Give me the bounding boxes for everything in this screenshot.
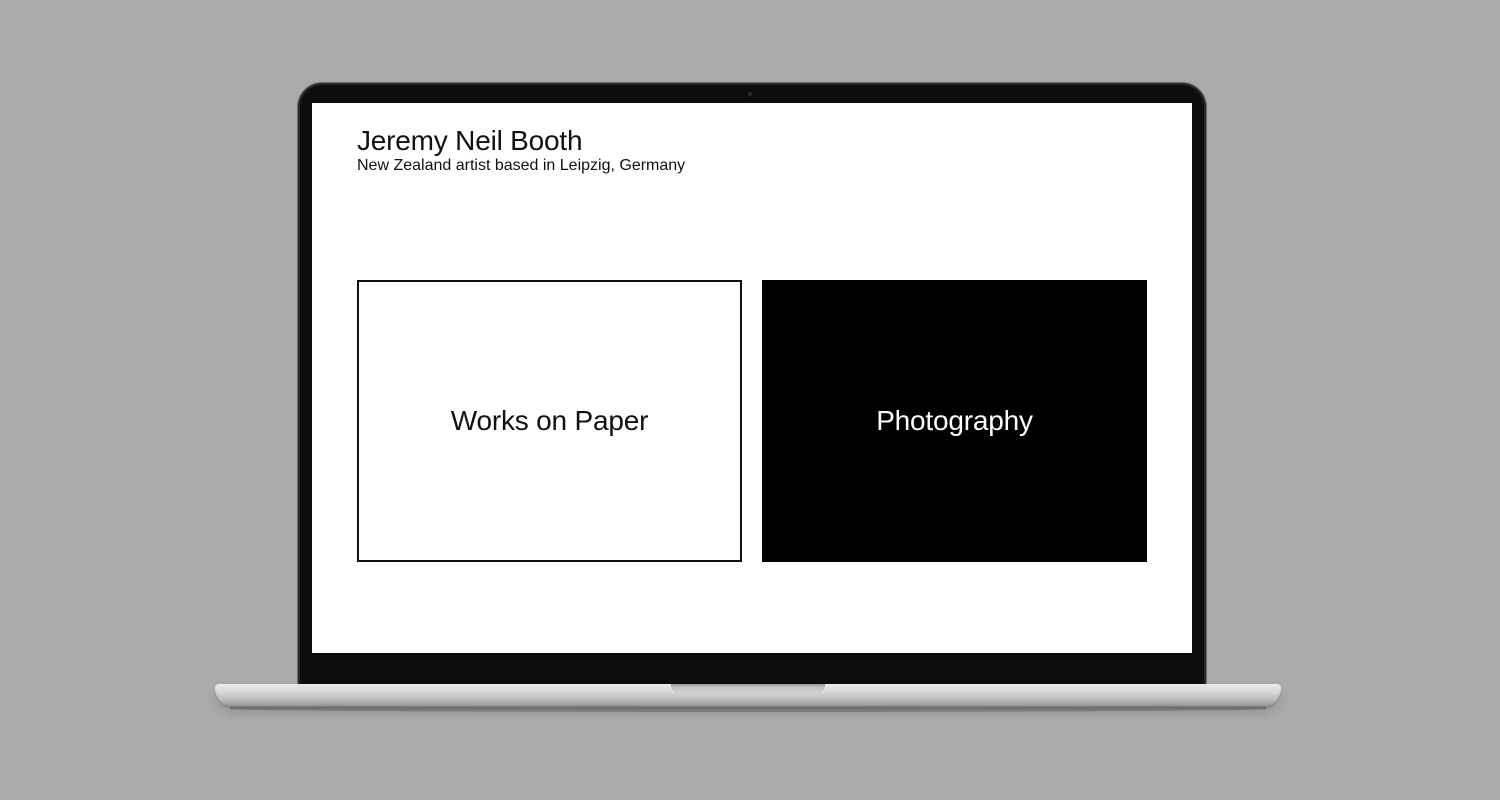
site-title[interactable]: Jeremy Neil Booth — [357, 125, 583, 157]
laptop-screen: Jeremy Neil Booth New Zealand artist bas… — [312, 103, 1192, 653]
photography-tile[interactable]: Photography — [762, 280, 1147, 562]
laptop-opening-notch — [671, 684, 825, 694]
works-on-paper-label: Works on Paper — [450, 405, 649, 436]
category-tiles: Works on Paper Photography — [357, 280, 1148, 562]
mockup-stage: Jeremy Neil Booth New Zealand artist bas… — [0, 0, 1500, 800]
laptop-base-shadow — [230, 706, 1266, 712]
photography-label: Photography — [876, 405, 1033, 436]
site-subtitle: New Zealand artist based in Leipzig, Ger… — [357, 157, 686, 174]
laptop-lid: Jeremy Neil Booth New Zealand artist bas… — [298, 83, 1206, 687]
works-on-paper-tile[interactable]: Works on Paper — [357, 280, 742, 562]
camera-icon — [747, 91, 753, 97]
laptop-base — [215, 684, 1281, 708]
